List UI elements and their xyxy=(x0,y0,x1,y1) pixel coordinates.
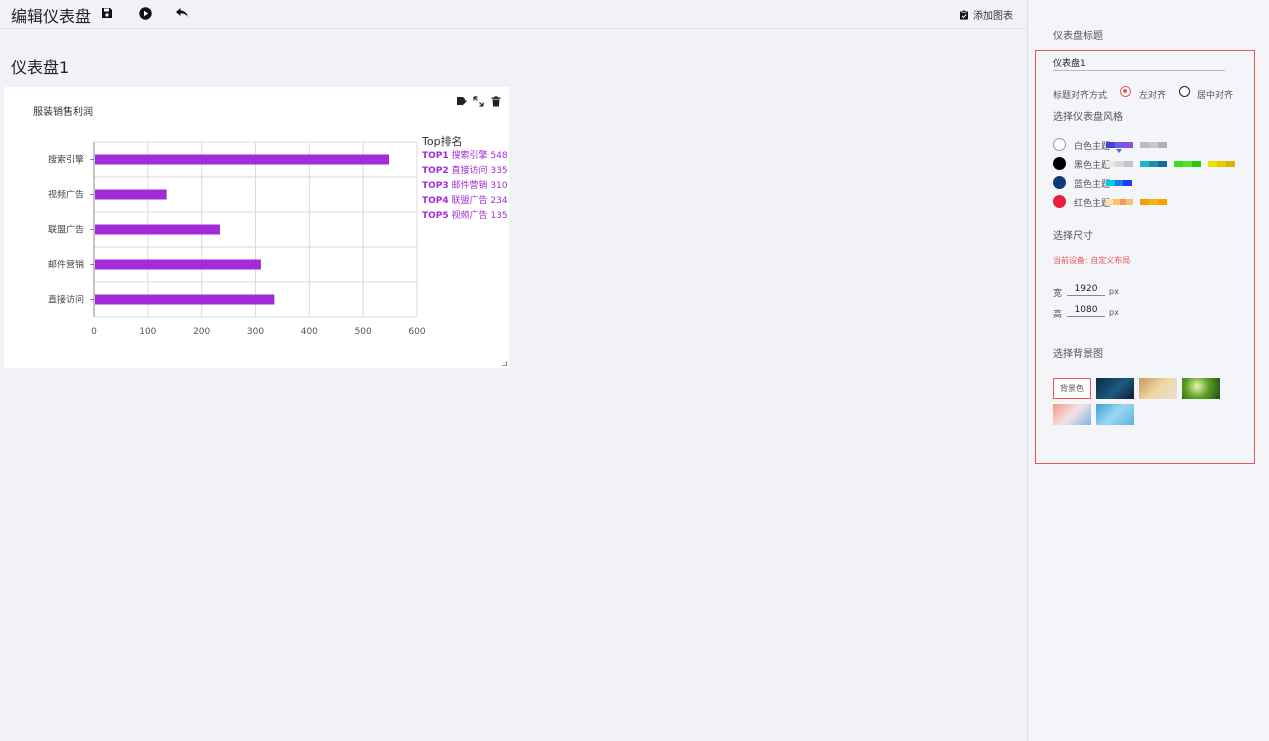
y-tick-label: 视频广告 xyxy=(48,189,84,201)
bar xyxy=(95,259,261,270)
width-unit: px xyxy=(1109,287,1119,296)
x-tick-label: 400 xyxy=(301,327,318,337)
theme-color-swatch[interactable] xyxy=(1208,161,1235,167)
undo-icon[interactable] xyxy=(174,5,190,21)
background-thumb-warm[interactable] xyxy=(1139,378,1177,399)
x-tick-label: 500 xyxy=(355,327,372,337)
bar-chart: 0 100 200 300 400 500 600 直接访问 邮件营销 联盟广告 视频广告 搜索引擎 xyxy=(48,141,426,337)
background-label: 选择背景图 xyxy=(1053,349,1103,360)
settings-sidebar: 仪表盘标题 标题对齐方式 左对齐 居中对齐 选择仪表盘风格 白色主题黑色主题蓝色… xyxy=(1028,0,1269,741)
x-tick-label: 0 xyxy=(91,327,97,337)
settings-panel: 标题对齐方式 左对齐 居中对齐 选择仪表盘风格 白色主题黑色主题蓝色主题红色主题… xyxy=(1035,50,1255,464)
bar xyxy=(95,154,390,165)
legend-title: Top排名 xyxy=(422,135,463,148)
legend-text: 视频广告 135 xyxy=(448,211,508,221)
x-tick-label: 600 xyxy=(408,327,425,337)
legend-text: 搜索引擎 548 xyxy=(448,151,508,161)
y-tick-label: 联盟广告 xyxy=(48,224,84,236)
legend-rank: TOP4 xyxy=(422,196,449,206)
theme-label: 黑色主题 xyxy=(1074,161,1111,171)
bar xyxy=(95,189,167,200)
y-tick-label: 搜索引擎 xyxy=(48,154,84,166)
play-icon[interactable] xyxy=(137,5,153,21)
background-thumb-green[interactable] xyxy=(1182,378,1220,399)
size-label: 选择尺寸 xyxy=(1053,231,1093,242)
legend-rank: TOP3 xyxy=(422,181,449,191)
dashboard-title-input[interactable] xyxy=(1053,55,1225,71)
resize-handle[interactable] xyxy=(502,361,507,366)
align-label: 标题对齐方式 xyxy=(1053,91,1108,101)
legend-item: TOP5 视频广告 135 xyxy=(422,209,508,224)
theme-label: 白色主题 xyxy=(1074,142,1111,152)
height-label: 高 xyxy=(1053,310,1063,320)
background-thumb-sky[interactable] xyxy=(1096,404,1134,425)
legend-rank: TOP2 xyxy=(422,166,449,176)
theme-color-swatch[interactable] xyxy=(1106,142,1133,148)
legend-item: TOP3 邮件营销 310 xyxy=(422,179,508,194)
background-thumb-dark-blue[interactable] xyxy=(1096,378,1134,399)
legend-text: 邮件营销 310 xyxy=(448,181,508,191)
theme-color-swatch[interactable] xyxy=(1140,142,1167,148)
bar xyxy=(95,294,275,305)
theme-color-swatch[interactable] xyxy=(1174,161,1201,167)
align-left-label: 左对齐 xyxy=(1139,91,1167,101)
legend-item: TOP4 联盟广告 234 xyxy=(422,194,508,209)
legend-rank: TOP5 xyxy=(422,211,449,221)
height-input[interactable] xyxy=(1067,304,1105,317)
background-thumb-pink[interactable] xyxy=(1053,404,1091,425)
legend-item: TOP1 搜索引擎 548 xyxy=(422,149,508,164)
bar xyxy=(95,224,220,235)
y-tick-label: 邮件营销 xyxy=(48,259,84,271)
current-device-text: 当前设备: 自定义布局 xyxy=(1053,256,1131,265)
theme-color-swatch[interactable] xyxy=(1140,161,1167,167)
chart-card[interactable]: 服装销售利润 0 100 200 300 400 500 600 直接访问 邮件营销 联盟广告 视频… xyxy=(4,87,509,368)
background-color-button[interactable]: 背景色 xyxy=(1053,378,1091,399)
y-tick-label: 直接访问 xyxy=(48,294,84,306)
page-heading: 编辑仪表盘 xyxy=(11,7,92,26)
width-label: 宽 xyxy=(1053,289,1063,299)
dashboard-title: 仪表盘1 xyxy=(11,58,70,77)
theme-color-swatch[interactable] xyxy=(1140,199,1167,205)
legend-item: TOP2 直接访问 335 xyxy=(422,164,508,179)
add-chart-label: 添加图表 xyxy=(973,11,1013,22)
legend-text: 联盟广告 234 xyxy=(448,196,508,206)
theme-radio[interactable] xyxy=(1053,176,1066,189)
clipboard-icon xyxy=(960,9,968,19)
theme-radio[interactable] xyxy=(1053,138,1066,151)
width-input[interactable] xyxy=(1067,283,1105,296)
toolbar: 编辑仪表盘 添加图表 xyxy=(0,0,1027,29)
save-icon[interactable] xyxy=(99,5,115,21)
theme-color-swatch[interactable] xyxy=(1106,199,1133,205)
x-tick-label: 200 xyxy=(193,327,210,337)
theme-color-swatch[interactable] xyxy=(1106,161,1133,167)
theme-radio[interactable] xyxy=(1053,195,1066,208)
legend-text: 直接访问 335 xyxy=(448,166,508,176)
align-left-radio[interactable] xyxy=(1120,86,1131,97)
theme-label: 蓝色主题 xyxy=(1074,180,1111,190)
selected-swatch-marker xyxy=(1116,149,1122,153)
x-tick-label: 300 xyxy=(247,327,264,337)
height-unit: px xyxy=(1109,308,1119,317)
chart-legend: Top排名 TOP1 搜索引擎 548 TOP2 直接访问 335 TOP3 邮件营… xyxy=(422,135,508,224)
add-chart-button[interactable]: 添加图表 xyxy=(959,7,1013,22)
dashboard-title-section-label: 仪表盘标题 xyxy=(1053,31,1103,42)
x-tick-label: 100 xyxy=(139,327,156,337)
style-label: 选择仪表盘风格 xyxy=(1053,112,1123,123)
align-center-label: 居中对齐 xyxy=(1197,91,1234,101)
legend-rank: TOP1 xyxy=(422,151,449,161)
theme-radio[interactable] xyxy=(1053,157,1066,170)
align-center-radio[interactable] xyxy=(1179,86,1190,97)
theme-label: 红色主题 xyxy=(1074,199,1111,209)
theme-color-swatch[interactable] xyxy=(1106,180,1133,186)
